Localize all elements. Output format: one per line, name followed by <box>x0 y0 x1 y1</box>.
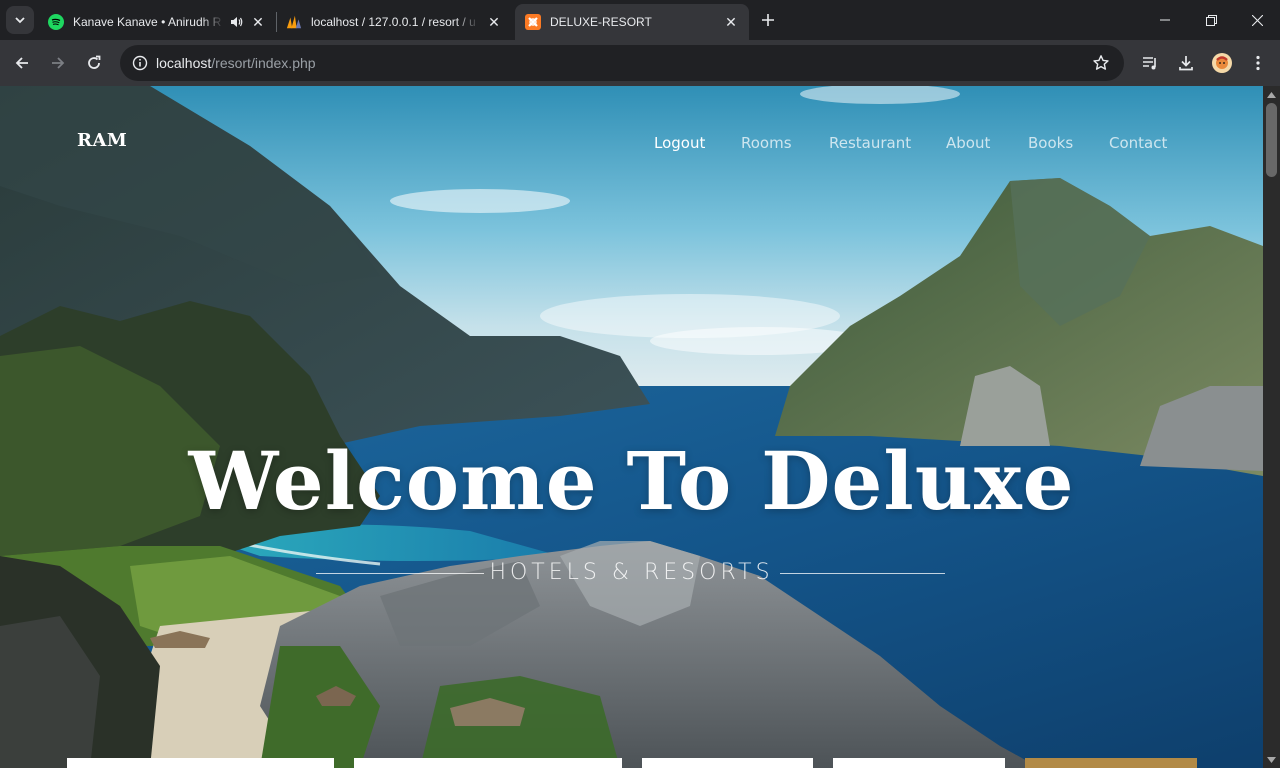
address-bar[interactable]: localhost/resort/index.php <box>120 45 1124 81</box>
page-viewport: RAM Logout Rooms Restaurant About Books … <box>0 86 1263 768</box>
tab-search-button[interactable] <box>6 6 34 34</box>
booking-field-card[interactable] <box>833 758 1005 768</box>
reload-icon <box>88 55 101 69</box>
scroll-down-arrow-icon[interactable] <box>1267 755 1276 764</box>
downloads-button[interactable] <box>1170 47 1202 79</box>
arrow-right-icon <box>52 57 65 69</box>
minimize-button[interactable] <box>1142 0 1188 40</box>
tab-title: localhost / 127.0.0.1 / resort / u <box>311 15 476 29</box>
chevron-down-icon <box>15 17 25 24</box>
tab-strip: Kanave Kanave • Anirudh R ✕ localhost / … <box>0 0 1280 40</box>
arrow-left-icon <box>15 57 28 69</box>
scrollbar-thumb[interactable] <box>1266 103 1277 177</box>
page-scrollbar[interactable] <box>1263 86 1280 768</box>
nav-contact-link[interactable]: Contact <box>1109 134 1167 152</box>
phpmyadmin-icon <box>286 14 302 30</box>
tab-spotify[interactable]: Kanave Kanave • Anirudh R ✕ <box>38 4 276 40</box>
more-vert-icon <box>1256 55 1260 71</box>
nav-books-link[interactable]: Books <box>1028 134 1073 152</box>
restore-icon <box>1205 14 1217 26</box>
close-tab-icon[interactable]: ✕ <box>250 14 266 30</box>
download-icon <box>1179 56 1193 71</box>
booking-field-card[interactable] <box>354 758 622 768</box>
forward-button[interactable] <box>42 47 74 79</box>
browser-toolbar: localhost/resort/index.php <box>0 40 1280 86</box>
site-brand-logo[interactable]: RAM <box>77 130 127 151</box>
booking-field-card[interactable] <box>642 758 813 768</box>
close-tab-icon[interactable]: ✕ <box>486 14 502 30</box>
profile-avatar[interactable] <box>1206 47 1238 79</box>
media-control-button[interactable] <box>1134 47 1166 79</box>
hero-title: Welcome To Deluxe <box>188 434 1075 528</box>
tab-title: Kanave Kanave • Anirudh R <box>73 15 222 29</box>
site-info-icon[interactable] <box>122 45 158 81</box>
booking-submit-button[interactable] <box>1025 758 1197 768</box>
scroll-up-arrow-icon[interactable] <box>1267 90 1276 99</box>
url-path: /resort/index.php <box>211 55 316 71</box>
reload-button[interactable] <box>78 47 110 79</box>
plus-icon <box>762 14 774 26</box>
back-button[interactable] <box>6 47 38 79</box>
nav-about-link[interactable]: About <box>946 134 990 152</box>
xampp-icon <box>525 14 541 30</box>
nav-logout-link[interactable]: Logout <box>654 134 705 152</box>
close-window-button[interactable] <box>1234 0 1280 40</box>
new-tab-button[interactable] <box>756 8 780 32</box>
hero-background-image <box>0 86 1263 768</box>
close-tab-icon[interactable]: ✕ <box>723 14 739 30</box>
hero-subtitle: HOTELS & RESORTS <box>489 560 774 585</box>
spotify-icon <box>48 14 64 30</box>
browser-menu-button[interactable] <box>1242 47 1274 79</box>
tab-phpmyadmin[interactable]: localhost / 127.0.0.1 / resort / u ✕ <box>276 4 512 40</box>
booking-field-card[interactable] <box>67 758 334 768</box>
close-icon <box>1251 14 1263 26</box>
nav-restaurant-link[interactable]: Restaurant <box>829 134 911 152</box>
bookmark-star-icon[interactable] <box>1092 54 1110 77</box>
speaker-icon[interactable] <box>228 14 244 30</box>
tab-deluxe-resort[interactable]: DELUXE-RESORT ✕ <box>515 4 749 40</box>
minimize-icon <box>1160 19 1170 21</box>
url-text[interactable]: localhost/resort/index.php <box>156 55 316 71</box>
tab-title: DELUXE-RESORT <box>550 15 652 29</box>
queue-music-icon <box>1143 57 1156 70</box>
avatar-icon <box>1212 53 1232 73</box>
restore-button[interactable] <box>1188 0 1234 40</box>
url-host: localhost <box>156 55 212 71</box>
nav-rooms-link[interactable]: Rooms <box>741 134 792 152</box>
